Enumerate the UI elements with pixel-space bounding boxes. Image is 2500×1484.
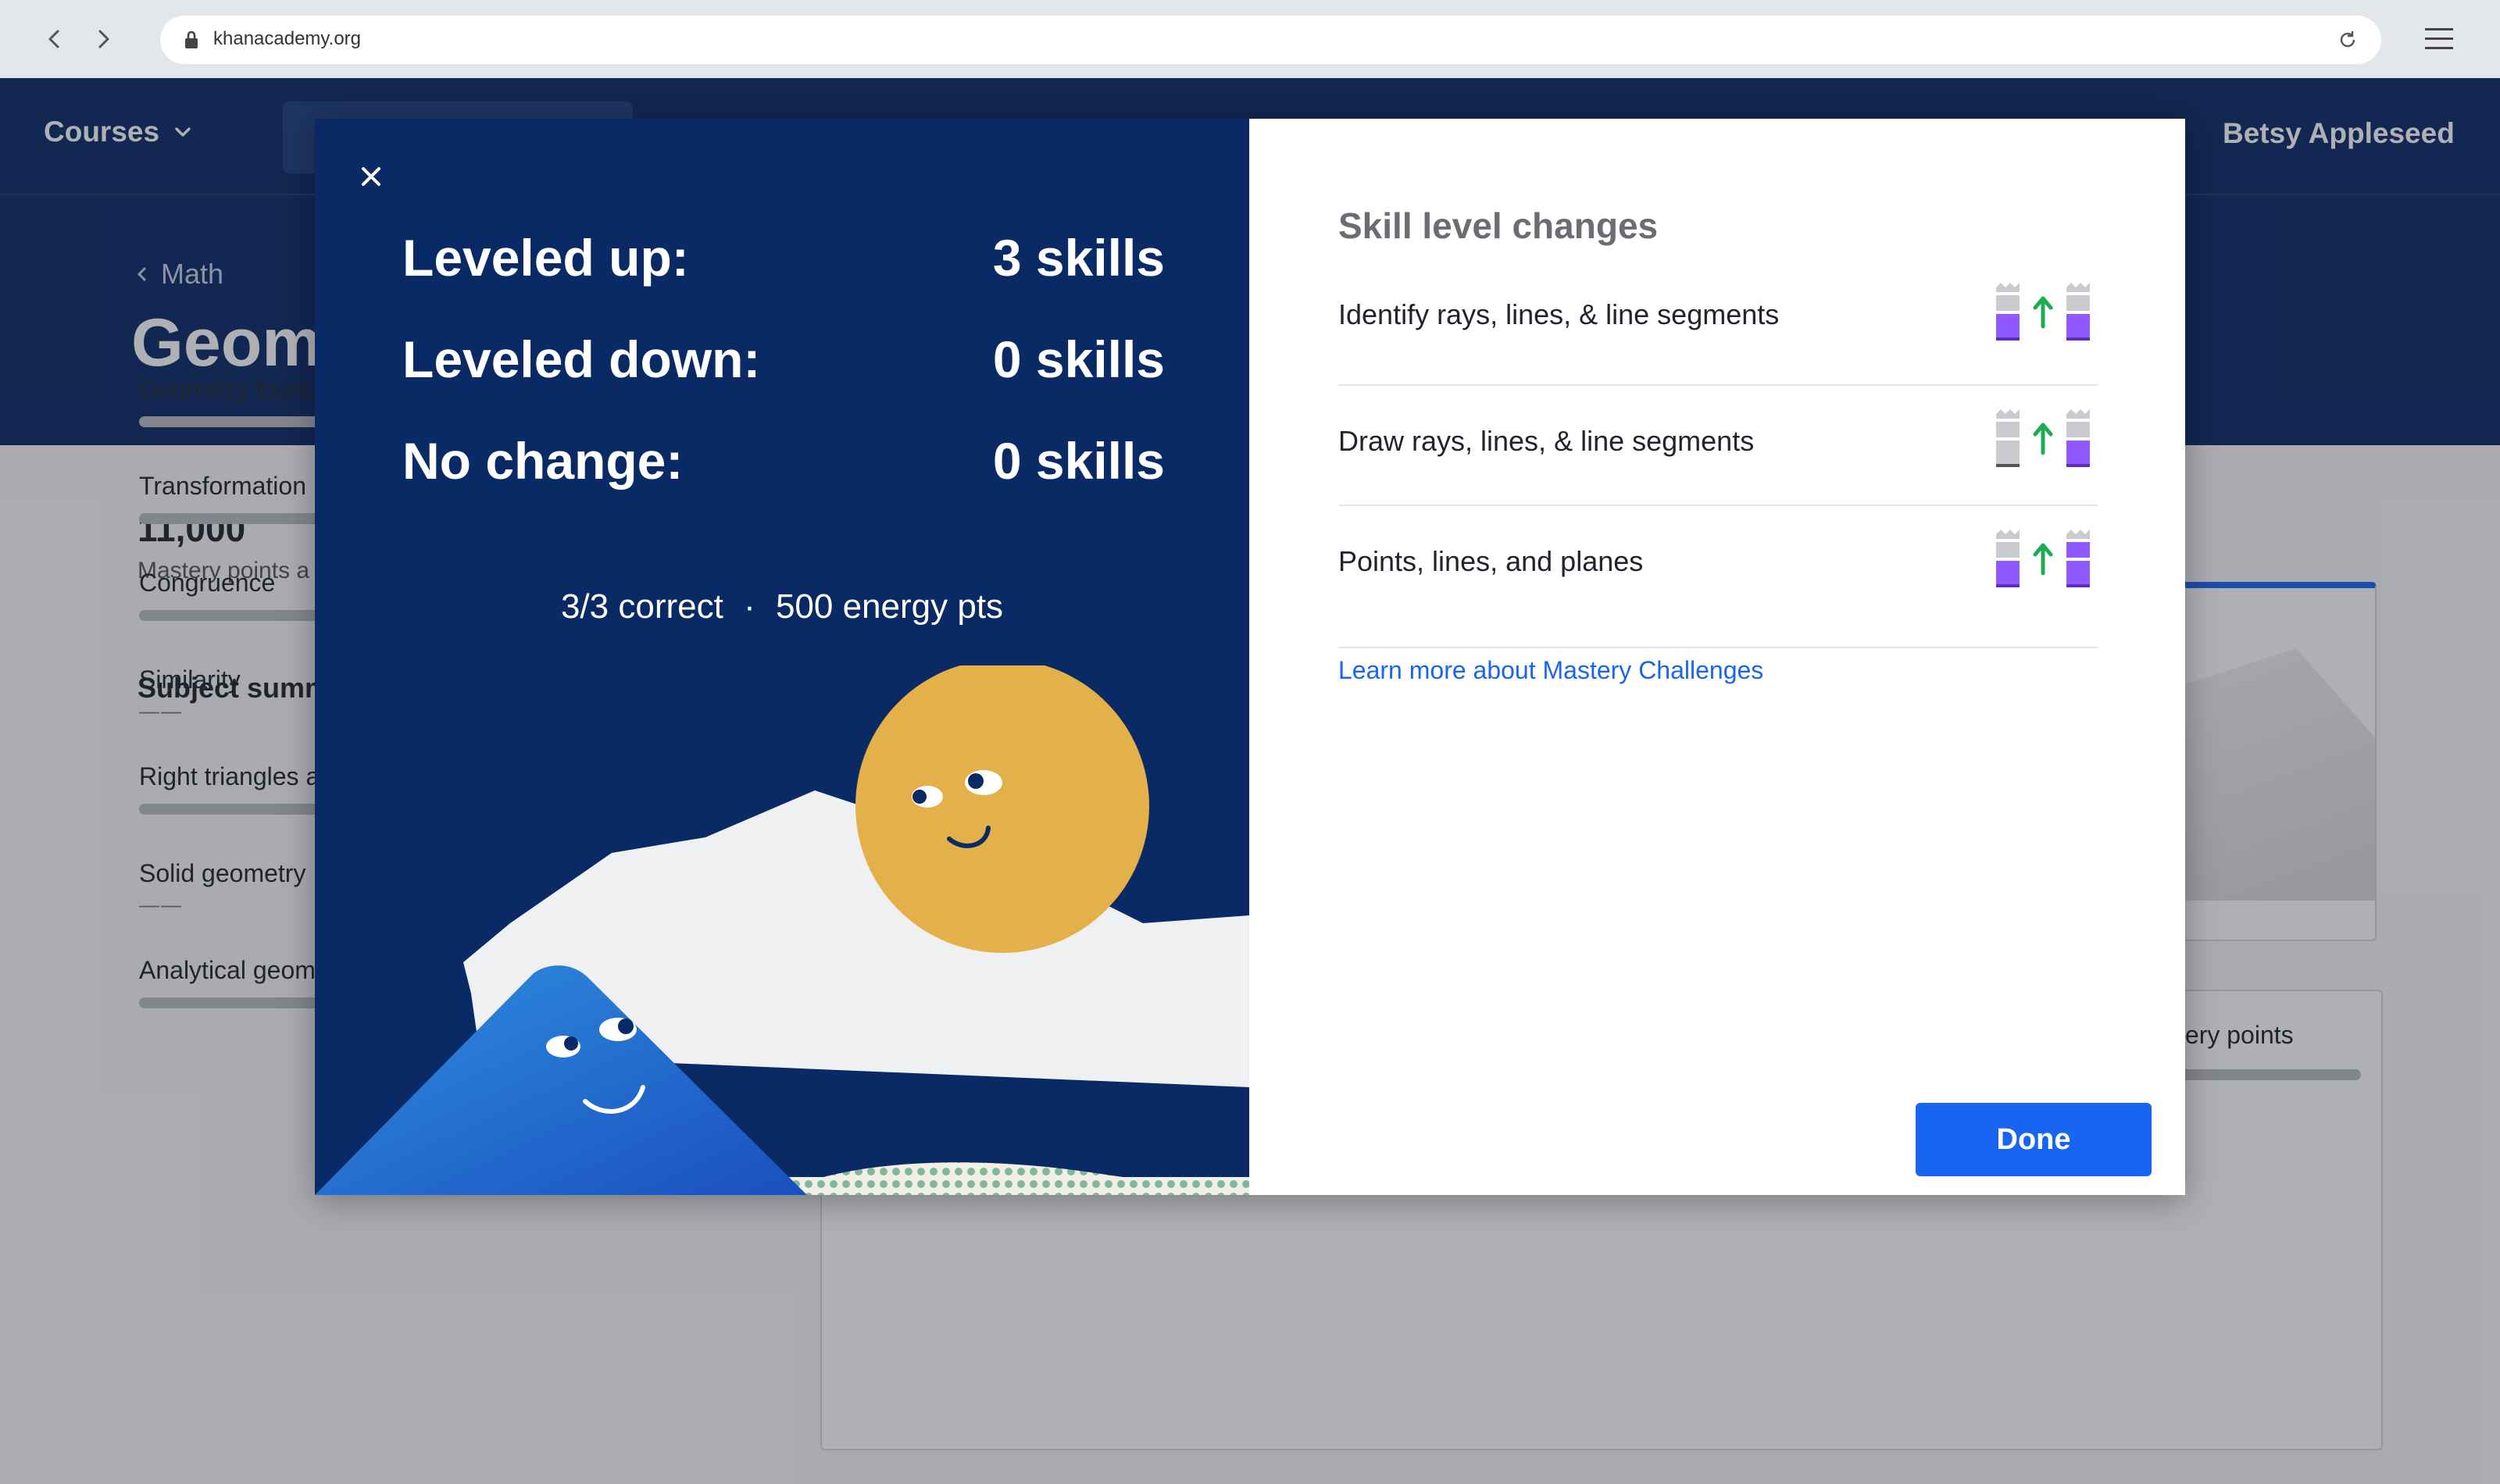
leveled-up-row: Leveled up: 3 skills <box>402 228 1165 287</box>
skill-changes-heading: Skill level changes <box>1338 205 1659 246</box>
mastery-challenge-results-modal: Leveled up: 3 skills Leveled down: 0 ski… <box>315 119 2185 1195</box>
arrow-up-icon <box>2033 296 2053 329</box>
level-block-lower <box>1996 441 2020 464</box>
level-block-upper <box>2066 422 2090 437</box>
no-change-label: No change: <box>402 432 684 490</box>
no-change-value: 0 skills <box>992 432 1165 490</box>
address-bar[interactable]: khanacademy.org <box>160 16 2381 64</box>
leveled-up-value: 3 skills <box>992 229 1165 287</box>
chevron-left-icon <box>48 30 59 48</box>
separator-dot: · <box>744 587 755 626</box>
level-block-lower <box>1996 314 2020 337</box>
mastery-crown-shape <box>1996 530 2020 539</box>
skill-divider <box>1338 505 2098 506</box>
close-button[interactable] <box>352 158 390 195</box>
skill-level-change-icon <box>1996 530 2090 587</box>
done-button[interactable]: Done <box>1916 1103 2152 1176</box>
triangle-pupil-right <box>618 1018 634 1034</box>
leveled-down-row: Leveled down: 0 skills <box>402 330 1165 389</box>
correct-count: 3/3 correct <box>560 587 723 626</box>
level-block-upper <box>2066 542 2090 558</box>
url-text: khanacademy.org <box>213 28 361 49</box>
skill-level-change-icon <box>1996 409 2090 467</box>
arrow-up-icon <box>2033 423 2053 455</box>
energy-points: 500 energy pts <box>775 587 1004 626</box>
arrow-up-icon <box>2033 543 2053 576</box>
mastery-crown-shape <box>2066 409 2090 419</box>
dotted-ground-shape <box>737 1177 1249 1195</box>
score-summary: 3/3 correct · 500 energy pts <box>315 587 1249 626</box>
level-block-upper <box>1996 542 2020 558</box>
browser-chrome: khanacademy.org <box>0 0 2500 78</box>
level-block-lower <box>2066 441 2090 464</box>
back-button[interactable] <box>36 20 73 58</box>
level-block-upper <box>1996 295 2020 311</box>
sun-character <box>855 665 1149 953</box>
skill-changes-panel: Skill level changes Identify rays, lines… <box>1249 119 2185 1195</box>
level-block-upper <box>1996 422 2020 437</box>
triangle-pupil-left <box>564 1036 578 1051</box>
level-block-base <box>1996 584 2020 587</box>
level-block-base <box>1996 337 2020 341</box>
sun-pupil-right <box>968 773 984 789</box>
skill-name: Points, lines, and planes <box>1338 545 1644 577</box>
level-block-base <box>2066 584 2090 587</box>
learn-more-link[interactable]: Learn more about Mastery Challenges <box>1338 656 1763 685</box>
level-block-lower <box>2066 314 2090 337</box>
chevron-right-icon <box>98 30 109 48</box>
hamburger-menu-icon[interactable] <box>2422 23 2456 55</box>
level-block-lower <box>1996 561 2020 584</box>
leveled-up-label: Leveled up: <box>402 229 689 287</box>
level-block-base <box>2066 464 2090 467</box>
reload-icon[interactable] <box>2338 30 2358 50</box>
mastery-crown-shape <box>1996 409 2020 419</box>
level-block-upper <box>2066 295 2090 311</box>
mastery-crown-shape <box>2066 530 2090 539</box>
skill-name: Identify rays, lines, & line segments <box>1338 298 1780 330</box>
leveled-down-value: 0 skills <box>992 330 1165 388</box>
leveled-down-label: Leveled down: <box>402 330 761 388</box>
level-block-base <box>2066 337 2090 341</box>
lock-icon <box>185 30 198 48</box>
celebration-illustration <box>315 665 1249 1195</box>
skill-divider <box>1338 384 2098 386</box>
results-summary-panel: Leveled up: 3 skills Leveled down: 0 ski… <box>315 119 1249 1195</box>
mastery-crown-shape <box>2066 283 2090 292</box>
skill-name: Draw rays, lines, & line segments <box>1338 425 1755 457</box>
sun-pupil-left <box>912 790 927 804</box>
skill-level-change-icon <box>1996 283 2090 341</box>
level-block-lower <box>2066 561 2090 584</box>
close-icon <box>362 167 380 186</box>
no-change-row: No change: 0 skills <box>402 431 1165 491</box>
level-block-base <box>1996 464 2020 467</box>
skill-divider <box>1338 647 2098 648</box>
mastery-crown-shape <box>1996 283 2020 292</box>
forward-button[interactable] <box>84 20 122 58</box>
